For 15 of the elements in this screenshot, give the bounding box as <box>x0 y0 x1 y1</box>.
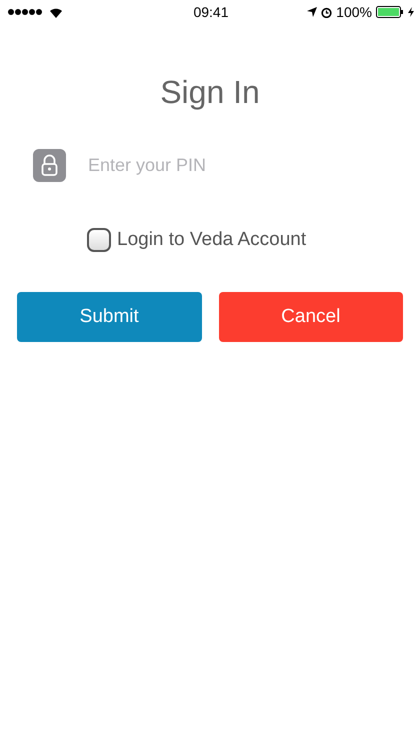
alarm-clock-icon <box>321 6 332 18</box>
battery-percent: 100% <box>336 4 372 20</box>
padlock-icon <box>33 149 66 182</box>
checkbox-label: Login to Veda Account <box>117 229 306 251</box>
pin-field[interactable]: Enter your PIN <box>88 155 368 176</box>
checkbox[interactable] <box>87 228 111 252</box>
status-time: 09:41 <box>193 4 229 20</box>
location-arrow-icon <box>307 7 318 17</box>
signal-icon <box>8 8 44 16</box>
submit-button[interactable]: Submit <box>17 292 202 342</box>
wifi-icon <box>49 6 63 18</box>
battery-icon <box>376 6 404 18</box>
page-title: Sign In <box>159 74 261 111</box>
charging-bolt-icon <box>408 7 414 17</box>
cancel-button[interactable]: Cancel <box>218 292 403 342</box>
